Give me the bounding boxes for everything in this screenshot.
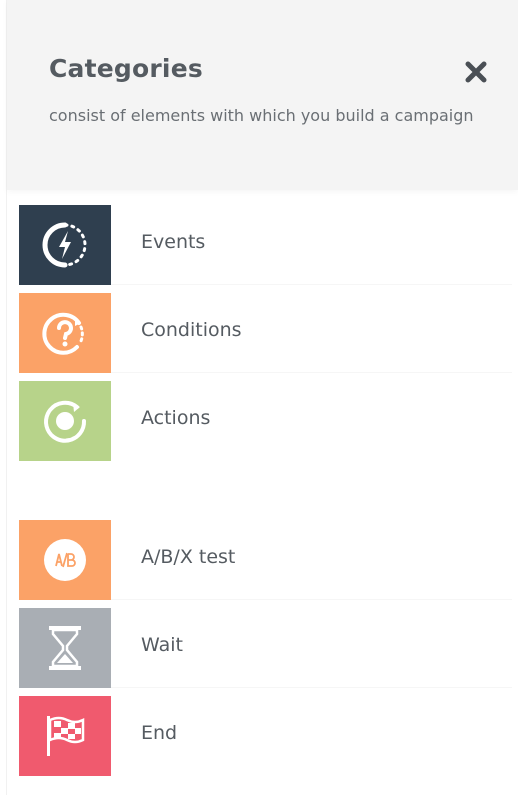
hourglass-icon <box>49 626 81 670</box>
close-icon <box>465 61 487 83</box>
question-cycle-icon <box>42 312 84 355</box>
divider <box>111 284 512 285</box>
category-item-conditions[interactable]: Conditions <box>7 293 512 373</box>
category-label-events: Events <box>141 231 206 253</box>
category-label-actions: Actions <box>141 407 211 429</box>
category-item-actions[interactable]: Actions <box>7 381 512 461</box>
checkered-flag-icon <box>47 716 85 756</box>
divider <box>111 372 512 373</box>
category-label-ab-test: A/B/X test <box>141 546 236 568</box>
ab-test-icon-box <box>19 520 111 600</box>
category-item-end[interactable]: End <box>7 696 512 776</box>
category-item-events[interactable]: Events <box>7 205 512 285</box>
lightning-icon <box>42 222 87 268</box>
wait-icon-box <box>19 608 111 688</box>
divider <box>111 599 512 600</box>
actions-icon-box <box>19 381 111 461</box>
events-icon-box <box>19 205 111 285</box>
end-icon-box <box>19 696 111 776</box>
category-label-conditions: Conditions <box>141 319 242 341</box>
close-button[interactable] <box>461 57 491 87</box>
action-cycle-icon <box>44 400 87 443</box>
conditions-icon-box <box>19 293 111 373</box>
panel-title: Categories <box>49 54 203 83</box>
category-item-wait[interactable]: Wait <box>7 608 512 688</box>
ab-test-icon <box>44 539 86 581</box>
category-label-wait: Wait <box>141 634 183 656</box>
category-item-ab-test[interactable]: A/B/X test <box>7 520 512 600</box>
divider <box>111 687 512 688</box>
categories-panel: Categories consist of elements with whic… <box>6 0 518 795</box>
panel-subtitle: consist of elements with which you build… <box>49 106 474 125</box>
panel-header: Categories consist of elements with whic… <box>7 0 518 190</box>
category-label-end: End <box>141 722 178 744</box>
